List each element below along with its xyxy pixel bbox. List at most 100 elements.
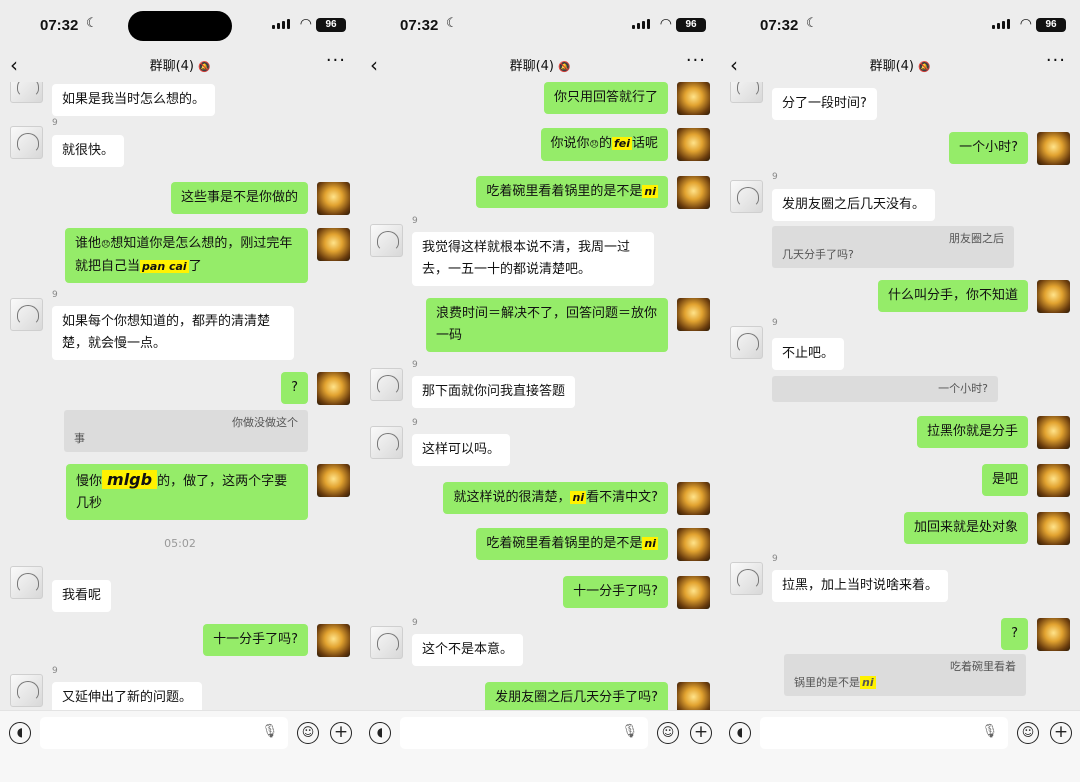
- voice-icon[interactable]: ◖: [369, 722, 391, 744]
- chat-title: 群聊(4) 🔕: [509, 59, 571, 74]
- message-bubble[interactable]: 这样可以吗。: [412, 434, 511, 466]
- mute-icon: 🔕: [197, 62, 211, 73]
- message-bubble[interactable]: 慢你 mlgb 的，做了，这两个字要几秒: [66, 464, 308, 520]
- message-list[interactable]: 你只用回答就行了 你说你😞的 fei 话呢 吃着碗里看着锅里的是不是 ni 9 我觉得这…: [360, 82, 720, 710]
- message-bubble[interactable]: 又延伸出了新的问题。: [52, 682, 203, 710]
- message-bubble[interactable]: 如果是我当时怎么想的。: [52, 84, 216, 116]
- avatar[interactable]: [10, 82, 43, 103]
- message-bubble[interactable]: 就很快。: [52, 135, 125, 167]
- quoted-message[interactable]: 朋友圈之后 几天分手了吗?: [772, 226, 1014, 268]
- avatar[interactable]: [1037, 618, 1070, 651]
- plus-icon[interactable]: +: [1050, 722, 1072, 744]
- avatar[interactable]: [1037, 512, 1070, 545]
- message-bubble[interactable]: 不止吧。: [772, 338, 845, 370]
- sender-name: 9: [412, 618, 418, 628]
- avatar[interactable]: [317, 624, 350, 657]
- avatar[interactable]: [730, 180, 763, 213]
- message-bubble[interactable]: 发朋友圈之后几天没有。: [772, 189, 936, 221]
- message-bubble[interactable]: ?: [1001, 618, 1028, 650]
- message-bubble[interactable]: 浪费时间＝解决不了，回答问题＝放你一码: [426, 298, 668, 352]
- message-bubble[interactable]: 什么叫分手，你不知道: [877, 280, 1028, 312]
- message-bubble[interactable]: 这个不是本意。: [412, 634, 524, 666]
- avatar[interactable]: [677, 482, 710, 515]
- voice-icon[interactable]: ◖: [729, 722, 751, 744]
- message-bubble[interactable]: 你只用回答就行了: [543, 82, 668, 114]
- avatar[interactable]: [370, 626, 403, 659]
- avatar[interactable]: [370, 426, 403, 459]
- message-bubble[interactable]: 拉黑，加上当时说啥来着。: [772, 570, 949, 602]
- avatar[interactable]: [10, 674, 43, 707]
- mic-icon[interactable]: 🎙: [261, 724, 278, 739]
- message-input[interactable]: 🎙: [40, 717, 288, 749]
- more-icon[interactable]: ···: [686, 50, 706, 71]
- message-bubble[interactable]: 分了一段时间?: [772, 88, 877, 120]
- sender-name: 9: [412, 360, 418, 370]
- quoted-message[interactable]: 一个小时?: [772, 376, 998, 402]
- avatar[interactable]: [317, 464, 350, 497]
- more-icon[interactable]: ···: [1046, 50, 1066, 71]
- sender-name: 9: [772, 318, 778, 328]
- message-bubble[interactable]: 如果每个你想知道的，都弄的清清楚楚，就会慢一点。: [52, 306, 294, 360]
- avatar[interactable]: [677, 176, 710, 209]
- voice-icon[interactable]: ◖: [9, 722, 31, 744]
- avatar[interactable]: [1037, 416, 1070, 449]
- plus-icon[interactable]: +: [690, 722, 712, 744]
- message-bubble[interactable]: 那下面就你问我直接答题: [412, 376, 576, 408]
- message-bubble[interactable]: 十一分手了吗?: [203, 624, 308, 656]
- message-bubble[interactable]: 一个小时?: [949, 132, 1028, 164]
- message-input[interactable]: 🎙: [760, 717, 1008, 749]
- message-bubble[interactable]: 我看呢: [52, 580, 112, 612]
- message-bubble[interactable]: 吃着碗里看着锅里的是不是 ni: [476, 176, 668, 208]
- message-bubble[interactable]: 加回来就是处对象: [903, 512, 1028, 544]
- avatar[interactable]: [317, 228, 350, 261]
- highlight: fei: [611, 137, 632, 150]
- avatar[interactable]: [677, 576, 710, 609]
- quoted-message[interactable]: 吃着碗里看着 锅里的是不是 ni: [784, 654, 1026, 696]
- avatar[interactable]: [370, 368, 403, 401]
- sender-name: 9: [772, 172, 778, 182]
- message-bubble[interactable]: 吃着碗里看着锅里的是不是 ni: [476, 528, 668, 560]
- message-bubble[interactable]: 发朋友圈之后几天分手了吗?: [485, 682, 668, 710]
- avatar[interactable]: [677, 298, 710, 331]
- quoted-message[interactable]: 你做没做这个事: [64, 410, 308, 452]
- message-bubble[interactable]: ?: [281, 372, 308, 404]
- message-bubble[interactable]: 拉黑你就是分手: [916, 416, 1028, 448]
- avatar[interactable]: [730, 562, 763, 595]
- more-icon[interactable]: ···: [326, 50, 346, 71]
- mic-icon[interactable]: 🎙: [981, 724, 998, 739]
- message-bubble[interactable]: 你说你😞的 fei 话呢: [540, 128, 668, 161]
- avatar[interactable]: [677, 82, 710, 115]
- avatar[interactable]: [370, 224, 403, 257]
- avatar[interactable]: [1037, 132, 1070, 165]
- avatar[interactable]: [10, 566, 43, 599]
- message-bubble[interactable]: 这些事是不是你做的: [170, 182, 308, 214]
- message-input[interactable]: 🎙: [400, 717, 648, 749]
- avatar[interactable]: [730, 326, 763, 359]
- message-list[interactable]: 分了一段时间? 一个小时? 9 发朋友圈之后几天没有。 朋友圈之后 几天分手了吗? …: [720, 82, 1080, 710]
- emoji-icon[interactable]: ☺: [657, 722, 679, 744]
- avatar[interactable]: [677, 528, 710, 561]
- message-bubble[interactable]: 谁他😞想知道你是怎么想的，刚过完年就把自己当 pan cai 了: [65, 228, 308, 283]
- message-bubble[interactable]: 就这样说的很清楚， ni 看不清中文?: [443, 482, 668, 514]
- mute-icon: 🔕: [557, 62, 571, 73]
- avatar[interactable]: [10, 298, 43, 331]
- message-bubble[interactable]: 是吧: [981, 464, 1028, 496]
- avatar[interactable]: [677, 128, 710, 161]
- dynamic-island: [128, 11, 232, 41]
- message-bubble[interactable]: 我觉得这样就根本说不清，我周一过去，一五一十的都说清楚吧。: [412, 232, 654, 286]
- avatar[interactable]: [1037, 280, 1070, 313]
- avatar[interactable]: [10, 126, 43, 159]
- emoji-icon[interactable]: ☺: [1017, 722, 1039, 744]
- avatar[interactable]: [730, 82, 763, 103]
- plus-icon[interactable]: +: [330, 722, 352, 744]
- message-bubble[interactable]: 十一分手了吗?: [563, 576, 668, 608]
- status-time: 07:32: [40, 17, 79, 34]
- avatar[interactable]: [317, 182, 350, 215]
- avatar[interactable]: [1037, 464, 1070, 497]
- avatar[interactable]: [677, 682, 710, 710]
- emoji-icon[interactable]: ☺: [297, 722, 319, 744]
- mic-icon[interactable]: 🎙: [621, 724, 638, 739]
- sender-name: 9: [412, 418, 418, 428]
- message-list[interactable]: 如果是我当时怎么想的。 9 就很快。 这些事是不是你做的 谁他😞想知道你是怎么想的…: [0, 82, 360, 710]
- avatar[interactable]: [317, 372, 350, 405]
